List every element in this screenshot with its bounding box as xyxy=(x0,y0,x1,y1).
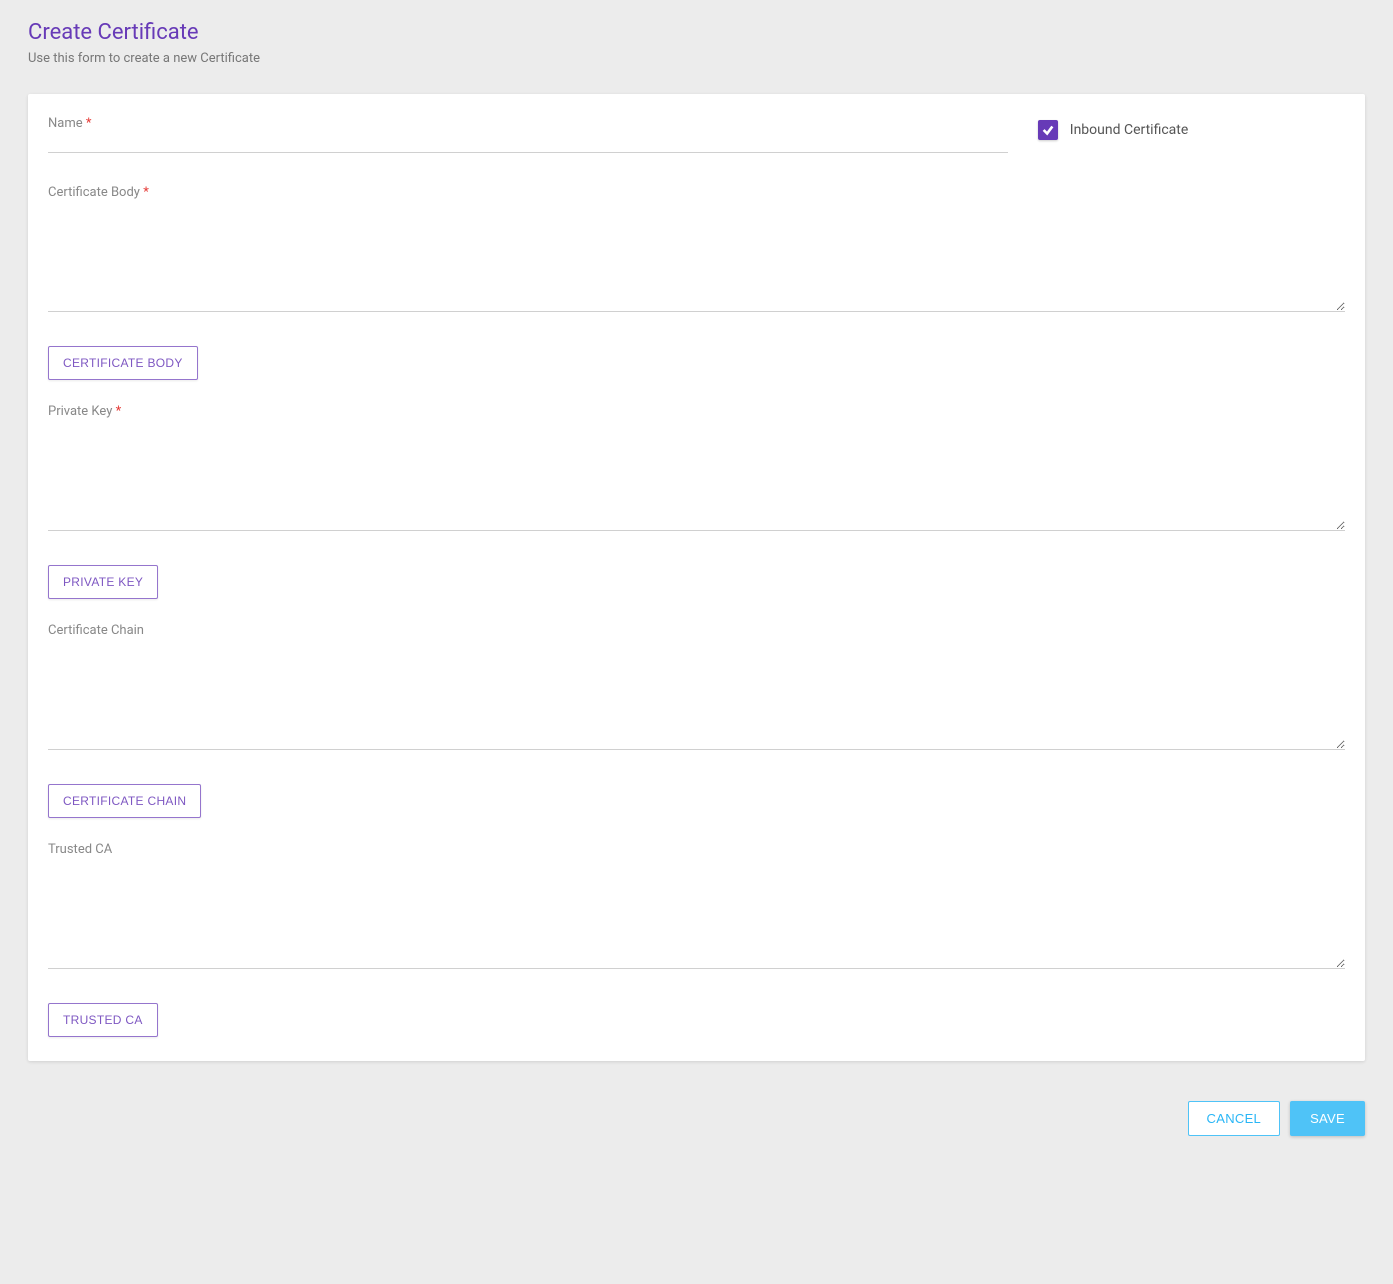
cert-chain-label-text: Certificate Chain xyxy=(48,623,144,638)
page-title: Create Certificate xyxy=(28,20,1365,45)
footer-actions: CANCEL SAVE xyxy=(28,1101,1365,1136)
cert-body-textarea[interactable] xyxy=(48,202,1345,312)
name-field-wrap: Name * xyxy=(48,118,1008,153)
check-icon xyxy=(1041,123,1055,137)
trusted-ca-group: Trusted CA xyxy=(48,842,1345,973)
inbound-checkbox[interactable] xyxy=(1038,120,1058,140)
cert-chain-button[interactable]: CERTIFICATE CHAIN xyxy=(48,784,201,818)
name-input[interactable] xyxy=(48,118,1008,153)
required-asterisk: * xyxy=(143,185,149,200)
inbound-checkbox-wrap: Inbound Certificate xyxy=(1038,118,1189,140)
cert-chain-textarea[interactable] xyxy=(48,640,1345,750)
private-key-button[interactable]: PRIVATE KEY xyxy=(48,565,158,599)
private-key-label: Private Key * xyxy=(48,404,1345,419)
form-card: Name * Inbound Certificate Certificate B… xyxy=(28,94,1365,1061)
required-asterisk: * xyxy=(116,404,122,419)
private-key-group: Private Key * xyxy=(48,404,1345,535)
private-key-label-text: Private Key xyxy=(48,404,112,419)
cert-body-label: Certificate Body * xyxy=(48,185,1345,200)
cert-body-label-text: Certificate Body xyxy=(48,185,140,200)
trusted-ca-button[interactable]: TRUSTED CA xyxy=(48,1003,158,1037)
cert-body-button[interactable]: CERTIFICATE BODY xyxy=(48,346,198,380)
page-root: Create Certificate Use this form to crea… xyxy=(0,0,1393,1176)
cert-chain-group: Certificate Chain xyxy=(48,623,1345,754)
private-key-textarea[interactable] xyxy=(48,421,1345,531)
save-button[interactable]: SAVE xyxy=(1290,1101,1365,1136)
top-row: Name * Inbound Certificate xyxy=(48,118,1345,153)
cancel-button[interactable]: CANCEL xyxy=(1188,1101,1281,1136)
trusted-ca-textarea[interactable] xyxy=(48,859,1345,969)
trusted-ca-label-text: Trusted CA xyxy=(48,842,112,857)
page-subtitle: Use this form to create a new Certificat… xyxy=(28,51,1365,66)
cert-chain-label: Certificate Chain xyxy=(48,623,1345,638)
cert-body-group: Certificate Body * xyxy=(48,185,1345,316)
inbound-checkbox-label: Inbound Certificate xyxy=(1070,122,1189,138)
trusted-ca-label: Trusted CA xyxy=(48,842,1345,857)
